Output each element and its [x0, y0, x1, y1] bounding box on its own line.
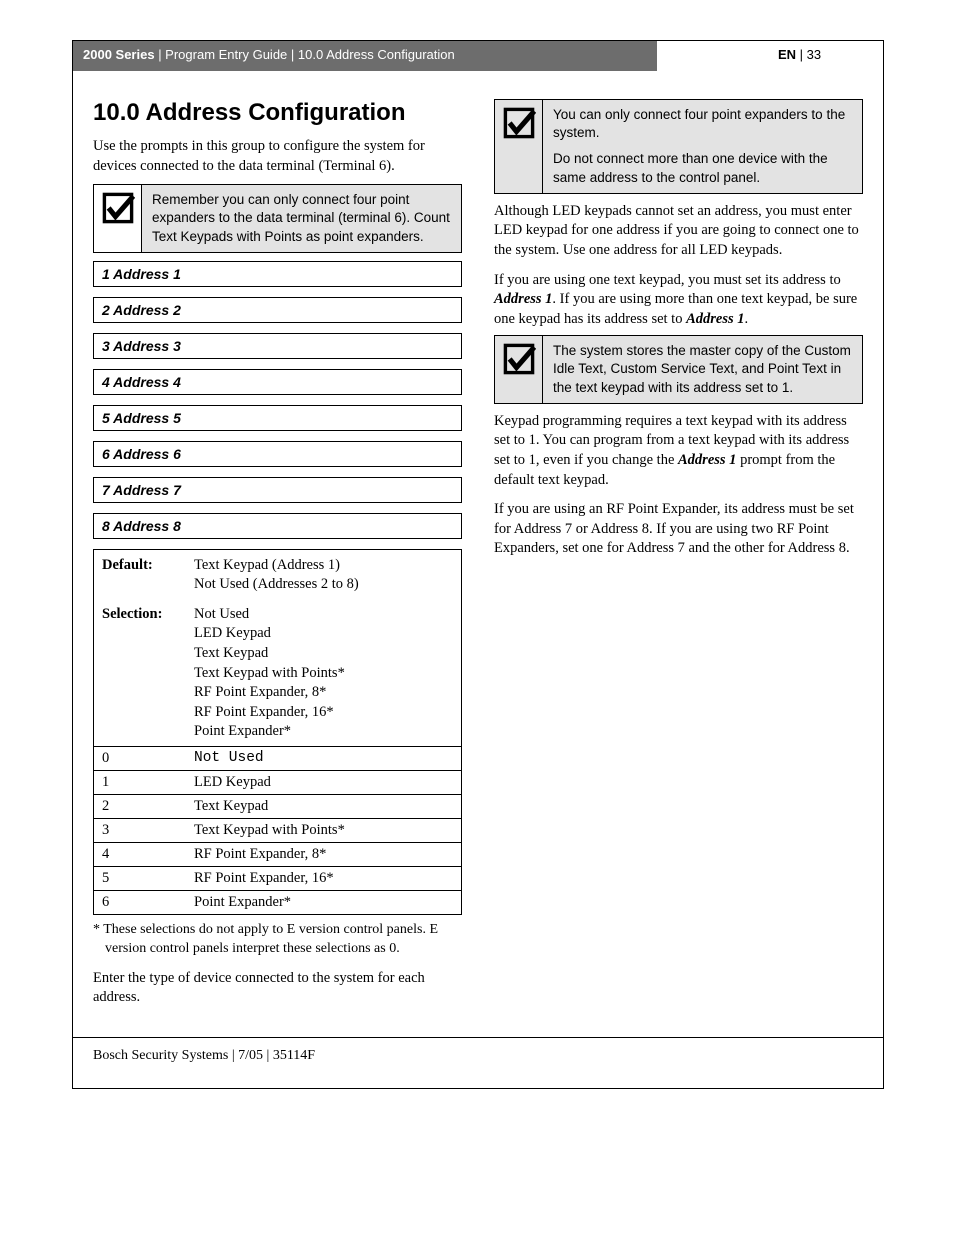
address-item: 8 Address 8	[93, 513, 462, 539]
param-selection-value: Not UsedLED KeypadText KeypadText Keypad…	[194, 605, 453, 742]
row-value: Not Used	[194, 750, 453, 767]
row-key: 2	[102, 798, 194, 815]
parameter-table: Default: Text Keypad (Address 1)Not Used…	[93, 549, 462, 915]
note-text: The system stores the master copy of the…	[543, 336, 862, 403]
note-box-1: Remember you can only connect four point…	[93, 184, 462, 253]
row-key: 3	[102, 822, 194, 839]
row-value: Point Expander*	[194, 894, 453, 911]
address-item: 4 Address 4	[93, 369, 462, 395]
param-default-label: Default:	[102, 556, 194, 595]
table-row: 4RF Point Expander, 8*	[94, 842, 461, 866]
note-box-3: The system stores the master copy of the…	[494, 335, 863, 404]
row-value: LED Keypad	[194, 774, 453, 791]
footnote: * These selections do not apply to E ver…	[93, 921, 462, 959]
param-default-value: Text Keypad (Address 1)Not Used (Address…	[194, 556, 453, 595]
header-page: | 33	[796, 47, 821, 62]
header-lang: EN	[778, 47, 796, 62]
table-row: 6Point Expander*	[94, 890, 461, 914]
left-column: 10.0 Address Configuration Use the promp…	[93, 99, 462, 1008]
table-row: 3Text Keypad with Points*	[94, 818, 461, 842]
address-item: 2 Address 2	[93, 297, 462, 323]
note2a: You can only connect four point expander…	[553, 106, 852, 142]
check-icon	[502, 106, 536, 140]
p2e: .	[745, 311, 749, 327]
row-key: 4	[102, 846, 194, 863]
section-heading: 10.0 Address Configuration	[93, 99, 462, 127]
paragraph-1: Although LED keypads cannot set an addre…	[494, 202, 863, 261]
param-selection-row: Selection: Not UsedLED KeypadText Keypad…	[94, 599, 461, 746]
row-value: RF Point Expander, 16*	[194, 870, 453, 887]
table-row: 5RF Point Expander, 16*	[94, 866, 461, 890]
row-value: Text Keypad with Points*	[194, 822, 453, 839]
param-default-row: Default: Text Keypad (Address 1)Not Used…	[94, 550, 461, 599]
address-item: 1 Address 1	[93, 261, 462, 287]
header-guide: | Program Entry Guide | 10.0 Address Con…	[155, 47, 455, 62]
p3b: Address 1	[678, 452, 736, 468]
row-key: 6	[102, 894, 194, 911]
address-list: 1 Address 1 2 Address 2 3 Address 3 4 Addre…	[93, 261, 462, 539]
row-value: RF Point Expander, 8*	[194, 846, 453, 863]
p2d: Address 1	[686, 311, 744, 327]
address-item: 3 Address 3	[93, 333, 462, 359]
table-row: 0Not Used	[94, 746, 461, 770]
row-key: 5	[102, 870, 194, 887]
header-right: EN | 33	[658, 41, 883, 71]
intro-paragraph: Use the prompts in this group to configu…	[93, 137, 462, 176]
content-area: 10.0 Address Configuration Use the promp…	[73, 71, 883, 1088]
row-value: Text Keypad	[194, 798, 453, 815]
p2a: If you are using one text keypad, you mu…	[494, 272, 841, 288]
param-selection-label: Selection:	[102, 605, 194, 742]
page-footer: Bosch Security Systems | 7/05 | 35114F	[73, 1037, 883, 1064]
header-series: 2000 Series	[83, 47, 155, 62]
note-icon-cell	[495, 336, 543, 403]
header-left: 2000 Series | Program Entry Guide | 10.0…	[73, 41, 658, 71]
right-column: You can only connect four point expander…	[494, 99, 863, 1008]
check-icon	[101, 191, 135, 225]
note-text: You can only connect four point expander…	[543, 100, 862, 193]
check-icon	[502, 342, 536, 376]
value-rows: 0Not Used1LED Keypad2Text Keypad3Text Ke…	[94, 746, 461, 914]
enter-paragraph: Enter the type of device connected to th…	[93, 969, 462, 1008]
address-item: 6 Address 6	[93, 441, 462, 467]
row-key: 1	[102, 774, 194, 791]
page-header: 2000 Series | Program Entry Guide | 10.0…	[73, 41, 883, 71]
paragraph-2: If you are using one text keypad, you mu…	[494, 271, 863, 330]
footer-text: Bosch Security Systems | 7/05 | 35114F	[93, 1048, 315, 1063]
note-icon-cell	[495, 100, 543, 193]
paragraph-4: If you are using an RF Point Expander, i…	[494, 500, 863, 559]
address-item: 5 Address 5	[93, 405, 462, 431]
paragraph-3: Keypad programming requires a text keypa…	[494, 412, 863, 490]
table-row: 1LED Keypad	[94, 770, 461, 794]
note-box-2: You can only connect four point expander…	[494, 99, 863, 194]
p2b: Address 1	[494, 291, 552, 307]
row-key: 0	[102, 750, 194, 767]
note2b: Do not connect more than one device with…	[553, 150, 852, 186]
page-frame: 2000 Series | Program Entry Guide | 10.0…	[72, 40, 884, 1089]
address-item: 7 Address 7	[93, 477, 462, 503]
note-text: Remember you can only connect four point…	[142, 185, 461, 252]
table-row: 2Text Keypad	[94, 794, 461, 818]
note-icon-cell	[94, 185, 142, 252]
